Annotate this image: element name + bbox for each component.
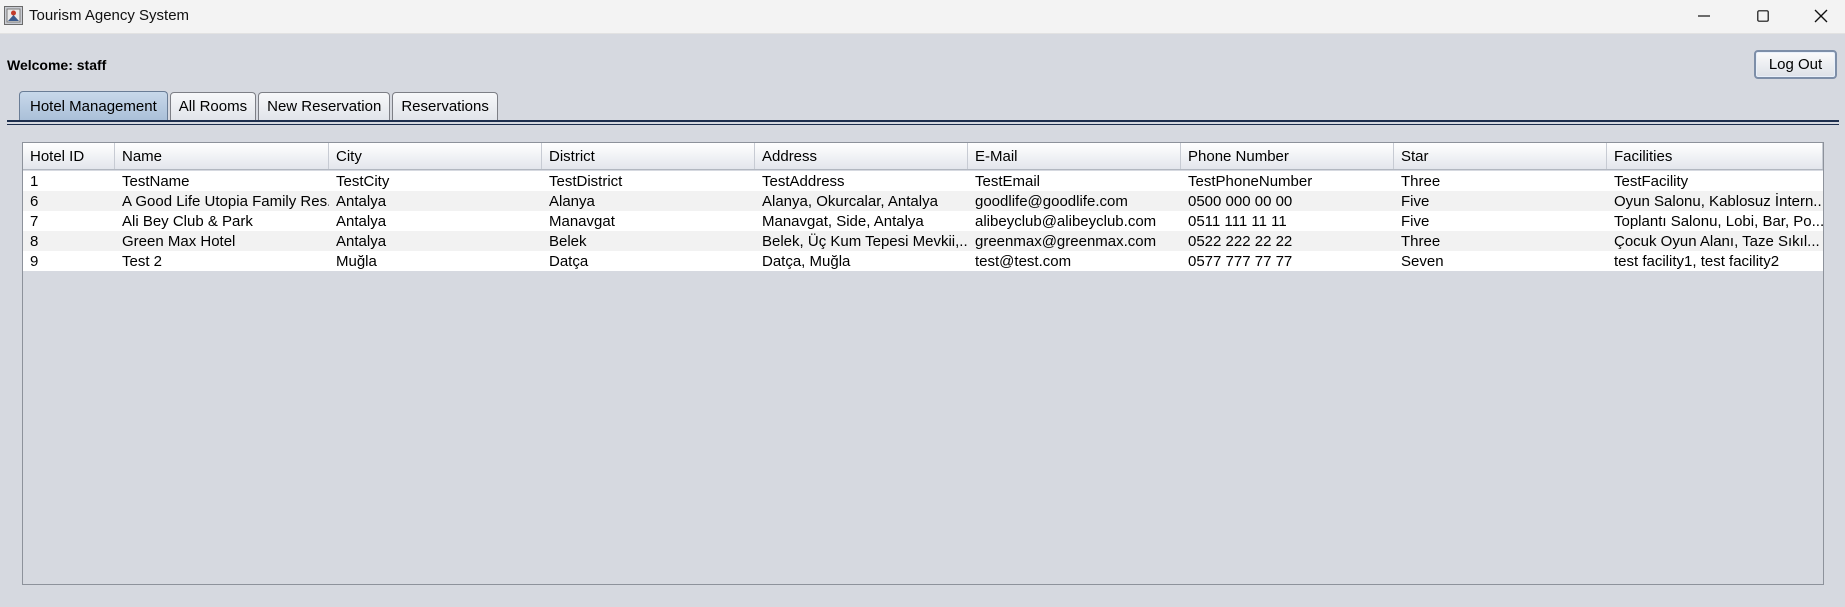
cell-phone: 0577 777 77 77 bbox=[1188, 253, 1293, 270]
close-button[interactable] bbox=[1792, 0, 1845, 32]
tab-underline bbox=[7, 120, 1839, 122]
minimize-icon bbox=[1698, 15, 1710, 17]
cell-phone: 0500 000 00 00 bbox=[1188, 193, 1293, 210]
window-title: Tourism Agency System bbox=[29, 7, 190, 24]
column-header-address[interactable]: Address bbox=[755, 143, 968, 169]
table-row[interactable]: 9 Test 2 Muğla Datça Datça, Muğla test@t… bbox=[23, 251, 1823, 271]
tab-hotel-management[interactable]: Hotel Management bbox=[19, 91, 168, 121]
column-header-name[interactable]: Name bbox=[115, 143, 329, 169]
cell-district: Datça bbox=[549, 253, 589, 270]
cell-star: Five bbox=[1401, 213, 1430, 230]
cell-phone: 0511 111 11 11 bbox=[1188, 213, 1287, 230]
cell-name: Test 2 bbox=[122, 253, 163, 270]
table-row[interactable]: 8 Green Max Hotel Antalya Belek Belek, Ü… bbox=[23, 231, 1823, 251]
cell-facilities: Toplantı Salonu, Lobi, Bar, Po... bbox=[1614, 213, 1823, 230]
cell-district: TestDistrict bbox=[549, 173, 623, 190]
cell-address: Datça, Muğla bbox=[762, 253, 851, 270]
cell-city: Antalya bbox=[336, 233, 387, 250]
column-header-email[interactable]: E-Mail bbox=[968, 143, 1181, 169]
tab-all-rooms[interactable]: All Rooms bbox=[169, 92, 257, 120]
column-header-district[interactable]: District bbox=[542, 143, 755, 169]
cell-facilities: TestFacility bbox=[1614, 173, 1689, 190]
tab-new-reservation[interactable]: New Reservation bbox=[258, 92, 391, 120]
cell-facilities: test facility1, test facility2 bbox=[1614, 253, 1780, 270]
app-icon bbox=[4, 6, 23, 25]
cell-star: Three bbox=[1401, 173, 1441, 190]
column-header-hotel-id[interactable]: Hotel ID bbox=[23, 143, 115, 169]
cell-city: Antalya bbox=[336, 213, 387, 230]
cell-district: Alanya bbox=[549, 193, 595, 210]
tab-bar: Hotel Management All Rooms New Reservati… bbox=[19, 91, 500, 121]
column-header-facilities[interactable]: Facilities bbox=[1607, 143, 1823, 169]
cell-phone: TestPhoneNumber bbox=[1188, 173, 1313, 190]
tab-reservations[interactable]: Reservations bbox=[392, 92, 498, 120]
maximize-icon bbox=[1757, 10, 1769, 22]
cell-email: goodlife@goodlife.com bbox=[975, 193, 1128, 210]
cell-name: Ali Bey Club & Park bbox=[122, 213, 253, 230]
cell-star: Three bbox=[1401, 233, 1441, 250]
table-body: 1 TestName TestCity TestDistrict TestAdd… bbox=[23, 171, 1823, 271]
tab-underline-secondary bbox=[7, 124, 1839, 125]
cell-facilities: Çocuk Oyun Alanı, Taze Sıkıl... bbox=[1614, 233, 1820, 250]
window-titlebar: Tourism Agency System bbox=[0, 0, 1845, 34]
hotel-table[interactable]: Hotel ID Name City District Address E-Ma… bbox=[22, 142, 1824, 585]
close-icon bbox=[1814, 9, 1828, 23]
welcome-label: Welcome: staff bbox=[7, 57, 107, 73]
minimize-button[interactable] bbox=[1675, 0, 1733, 32]
column-header-city[interactable]: City bbox=[329, 143, 542, 169]
cell-star: Seven bbox=[1401, 253, 1444, 270]
logout-button[interactable]: Log Out bbox=[1754, 50, 1837, 79]
cell-hotel-id: 9 bbox=[30, 253, 39, 270]
cell-hotel-id: 6 bbox=[30, 193, 39, 210]
cell-name: A Good Life Utopia Family Res... bbox=[122, 193, 329, 210]
cell-name: Green Max Hotel bbox=[122, 233, 236, 250]
cell-hotel-id: 1 bbox=[30, 173, 39, 190]
cell-email: greenmax@greenmax.com bbox=[975, 233, 1157, 250]
cell-address: Manavgat, Side, Antalya bbox=[762, 213, 924, 230]
cell-email: TestEmail bbox=[975, 173, 1041, 190]
maximize-button[interactable] bbox=[1734, 0, 1792, 32]
table-row[interactable]: 1 TestName TestCity TestDistrict TestAdd… bbox=[23, 171, 1823, 191]
cell-district: Manavgat bbox=[549, 213, 615, 230]
cell-district: Belek bbox=[549, 233, 587, 250]
table-row[interactable]: 6 A Good Life Utopia Family Res... Antal… bbox=[23, 191, 1823, 211]
cell-address: TestAddress bbox=[762, 173, 845, 190]
table-row[interactable]: 7 Ali Bey Club & Park Antalya Manavgat M… bbox=[23, 211, 1823, 231]
cell-email: alibeyclub@alibeyclub.com bbox=[975, 213, 1157, 230]
cell-email: test@test.com bbox=[975, 253, 1072, 270]
cell-star: Five bbox=[1401, 193, 1430, 210]
cell-address: Belek, Üç Kum Tepesi Mevkii,... bbox=[762, 233, 968, 250]
cell-city: TestCity bbox=[336, 173, 390, 190]
cell-name: TestName bbox=[122, 173, 190, 190]
cell-hotel-id: 7 bbox=[30, 213, 39, 230]
cell-city: Antalya bbox=[336, 193, 387, 210]
cell-phone: 0522 222 22 22 bbox=[1188, 233, 1293, 250]
cell-address: Alanya, Okurcalar, Antalya bbox=[762, 193, 938, 210]
column-header-star[interactable]: Star bbox=[1394, 143, 1607, 169]
cell-hotel-id: 8 bbox=[30, 233, 39, 250]
table-header: Hotel ID Name City District Address E-Ma… bbox=[23, 143, 1823, 170]
cell-facilities: Oyun Salonu, Kablosuz İntern... bbox=[1614, 193, 1823, 210]
column-header-phone[interactable]: Phone Number bbox=[1181, 143, 1394, 169]
cell-city: Muğla bbox=[336, 253, 377, 270]
